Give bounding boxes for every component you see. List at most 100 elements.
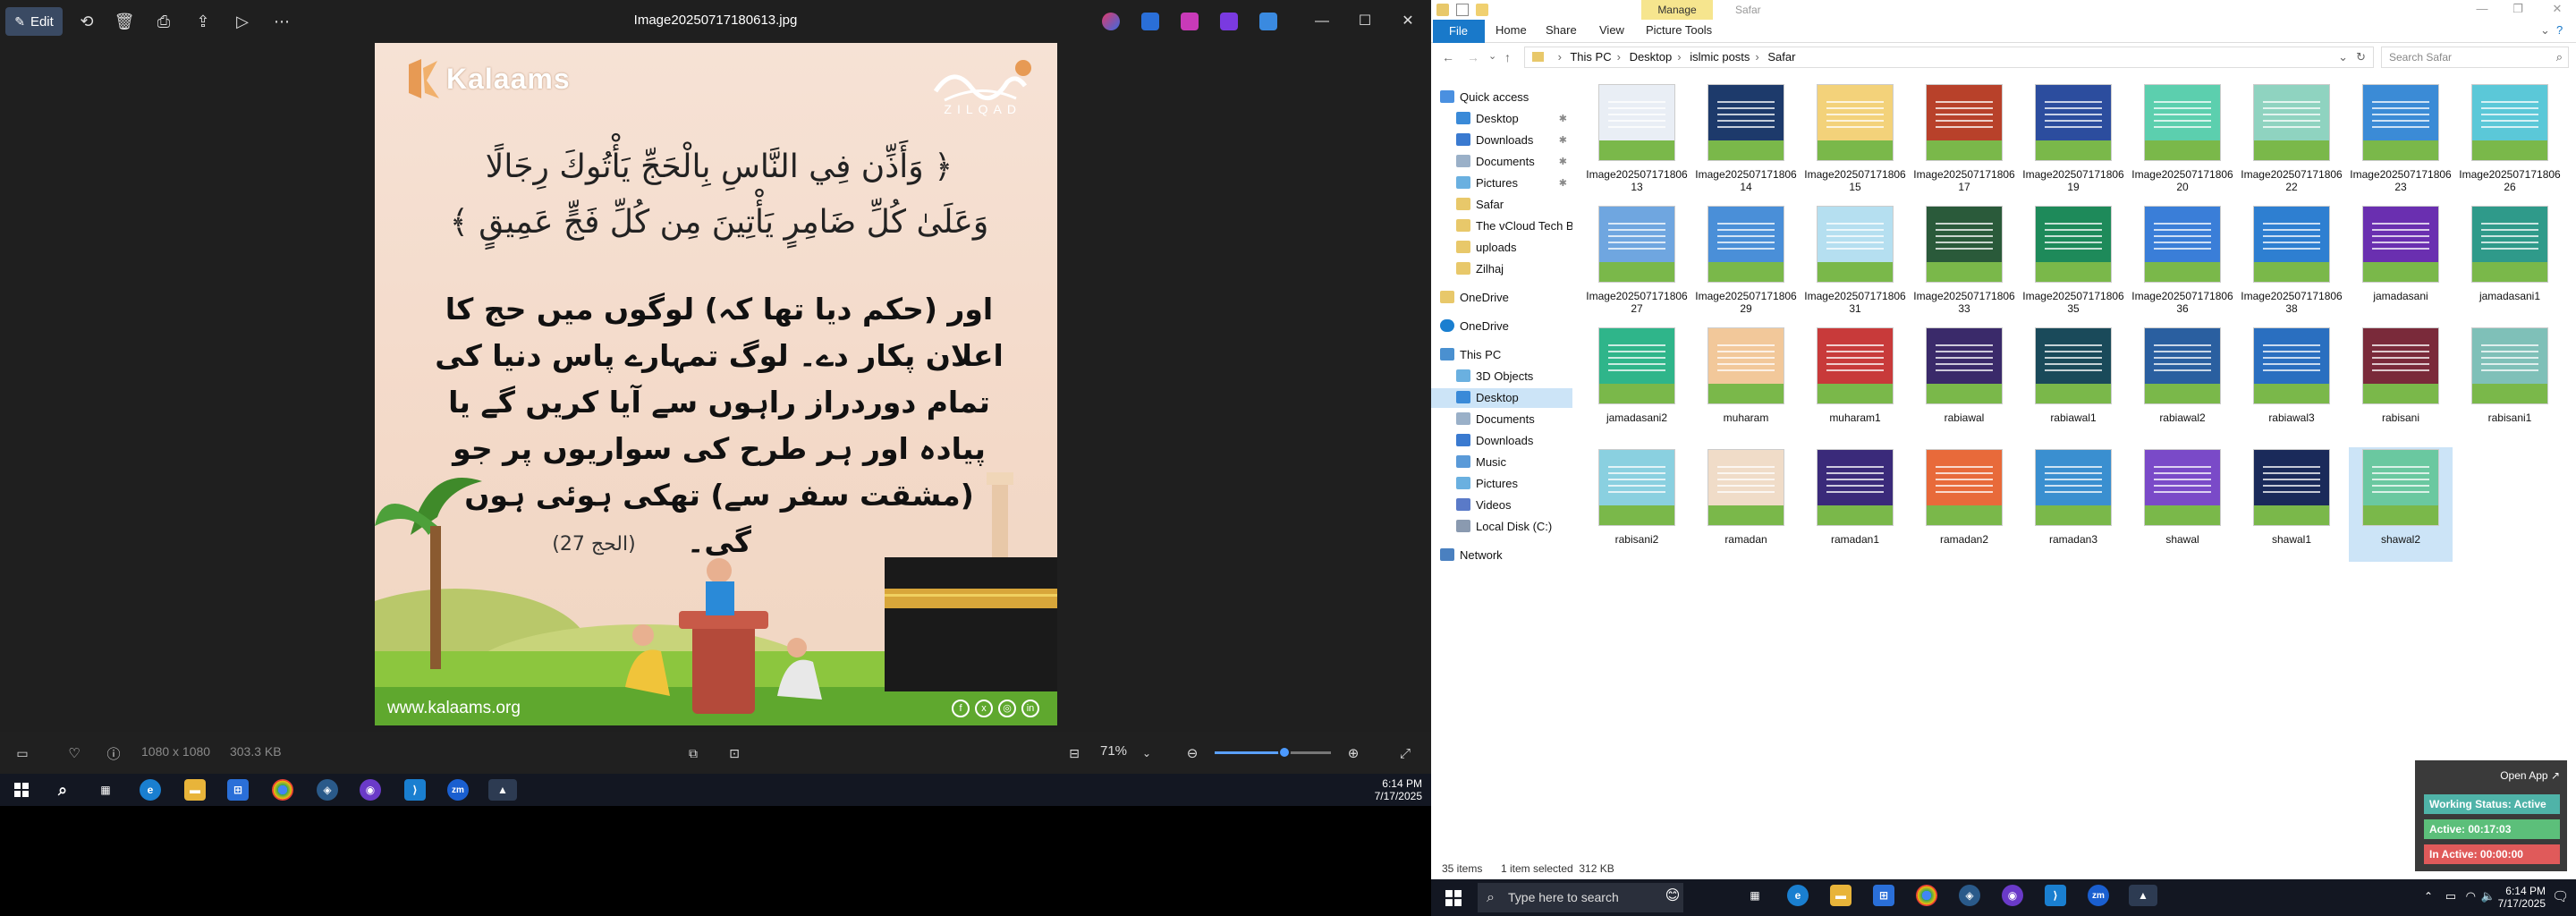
task-view-icon[interactable]: ▦ [95, 779, 116, 801]
photos-app-icon[interactable]: ▲ [2129, 885, 2157, 906]
breadcrumb-islmic-posts[interactable]: islmic posts [1690, 50, 1750, 64]
app-icon[interactable]: ◈ [1959, 885, 1980, 906]
fullscreen-icon[interactable]: ⤢ [1392, 739, 1419, 768]
chrome-icon[interactable] [272, 779, 293, 801]
copilot-icon[interactable] [1102, 13, 1120, 30]
nav-local-disk[interactable]: Local Disk (C:) [1431, 517, 1572, 537]
onedrive-cloud-icon[interactable] [1259, 13, 1277, 30]
ribbon-tab-picture-tools[interactable]: Picture Tools [1646, 23, 1712, 37]
ribbon-expand-icon[interactable]: ⌄ [2540, 23, 2550, 38]
file-tile[interactable]: Image20250717180631 [1803, 204, 1907, 318]
edge-icon[interactable]: e [140, 779, 161, 801]
file-tile[interactable]: Image20250717180614 [1694, 82, 1798, 197]
help-icon[interactable]: ? [2556, 23, 2563, 37]
nav-this-pc[interactable]: This PC [1431, 345, 1572, 365]
taskbar-clock[interactable]: 6:14 PM 7/17/2025 [1375, 777, 1422, 802]
file-tile[interactable]: Image20250717180627 [1585, 204, 1689, 318]
store-icon[interactable]: ⊞ [1873, 885, 1894, 906]
explorer-search-input[interactable]: Search Safar ⌕ [2381, 47, 2569, 68]
nav-desktop[interactable]: Desktop ✱ [1431, 109, 1572, 129]
volume-icon[interactable]: 🔈 [2481, 889, 2496, 903]
nav-vcloud[interactable]: The vCloud Tech Blo [1431, 216, 1572, 236]
file-tile[interactable]: Image20250717180619 [2021, 82, 2125, 197]
chrome-icon[interactable] [1916, 885, 1937, 906]
file-tile[interactable]: jamadasani2 [1585, 326, 1689, 440]
file-tile[interactable]: jamadasani [2349, 204, 2453, 318]
open-app-button[interactable]: Open App ↗ [2500, 769, 2560, 782]
file-tile[interactable]: Image20250717180620 [2131, 82, 2234, 197]
designer-icon[interactable] [1141, 13, 1159, 30]
favorite-icon[interactable]: ♡ [61, 739, 88, 768]
emoji-icon[interactable]: 😊 [1662, 885, 1683, 906]
zoom-slider-thumb[interactable] [1278, 746, 1291, 759]
nav-pictures[interactable]: Pictures ✱ [1431, 174, 1572, 193]
slideshow-icon[interactable]: ▷ [229, 7, 256, 36]
vscode-icon[interactable]: ⟩ [2045, 885, 2066, 906]
address-bar[interactable]: › This PC › Desktop › islmic posts › Safar … [1524, 47, 2374, 68]
file-tile[interactable]: Image20250717180633 [1912, 204, 2016, 318]
clipchamp-icon[interactable] [1220, 13, 1238, 30]
explorer-maximize-icon[interactable]: ❐ [2504, 2, 2531, 18]
nav-pc-documents[interactable]: Documents [1431, 410, 1572, 429]
file-tile[interactable]: rabiawal3 [2240, 326, 2343, 440]
zoom-out-icon[interactable]: ⊖ [1179, 739, 1206, 768]
nav-quick-access[interactable]: Quick access [1431, 88, 1572, 107]
edge-icon[interactable]: e [1787, 885, 1809, 906]
github-desktop-icon[interactable]: ◉ [2002, 885, 2023, 906]
ribbon-tab-share[interactable]: Share [1546, 23, 1577, 37]
chevron-down-icon[interactable]: ⌄ [1138, 739, 1156, 768]
file-tile[interactable]: shawal1 [2240, 447, 2343, 562]
nav-videos[interactable]: Videos [1431, 496, 1572, 515]
address-dropdown-icon[interactable]: ⌄ [2338, 47, 2348, 67]
nav-pc-pictures[interactable]: Pictures [1431, 474, 1572, 494]
explorer-close-icon[interactable]: ✕ [2544, 2, 2571, 18]
photos-app-icon[interactable]: ▲ [488, 779, 517, 801]
file-tile[interactable]: rabiawal [1912, 326, 2016, 440]
nav-network[interactable]: Network [1431, 546, 1572, 565]
show-hidden-icons-icon[interactable]: ⌃ [2424, 890, 2433, 903]
nav-pc-downloads[interactable]: Downloads [1431, 431, 1572, 451]
wifi-icon[interactable]: ◠ [2466, 889, 2476, 903]
delete-icon[interactable]: 🗑 [111, 7, 138, 36]
ribbon-tab-file[interactable]: File [1433, 20, 1485, 43]
file-tile[interactable]: ramadan [1694, 447, 1798, 562]
taskbar-clock[interactable]: 6:14 PM 7/17/2025 [2498, 885, 2546, 910]
filmstrip-icon[interactable]: ▭ [9, 739, 36, 768]
nav-downloads[interactable]: Downloads ✱ [1431, 131, 1572, 150]
breadcrumb-this-pc[interactable]: This PC [1570, 50, 1611, 64]
file-tile[interactable]: rabiawal2 [2131, 326, 2234, 440]
ribbon-tab-view[interactable]: View [1599, 23, 1624, 37]
zoom-in-icon[interactable]: ⊕ [1340, 739, 1367, 768]
file-tile[interactable]: muharam [1694, 326, 1798, 440]
breadcrumb-desktop[interactable]: Desktop [1630, 50, 1673, 64]
file-tile[interactable]: shawal [2131, 447, 2234, 562]
file-tile[interactable]: Image20250717180623 [2349, 82, 2453, 197]
crop-icon[interactable]: ⧉ [680, 739, 707, 768]
file-tile[interactable]: Image20250717180636 [2131, 204, 2234, 318]
file-tile[interactable]: Image20250717180626 [2458, 82, 2562, 197]
nav-zilhaj[interactable]: Zilhaj [1431, 259, 1572, 279]
store-icon[interactable]: ⊞ [227, 779, 249, 801]
back-icon[interactable]: ← [1442, 50, 1454, 64]
network-tray-icon[interactable]: ▭ [2445, 889, 2456, 903]
scan-text-icon[interactable]: ⊡ [721, 739, 748, 768]
maximize-icon[interactable]: ☐ [1354, 11, 1376, 32]
share-icon[interactable]: ⇪ [190, 7, 216, 36]
file-tile[interactable]: ramadan1 [1803, 447, 1907, 562]
file-explorer-icon[interactable]: ▬ [1830, 885, 1852, 906]
file-tile[interactable]: rabisani [2349, 326, 2453, 440]
ribbon-tab-home[interactable]: Home [1496, 23, 1527, 37]
app-icon[interactable]: ◈ [317, 779, 338, 801]
file-explorer-icon[interactable]: ▬ [184, 779, 206, 801]
rotate-icon[interactable]: ⟲ [73, 7, 100, 36]
edit-button[interactable]: ✎ Edit [5, 7, 63, 36]
windows-start-icon[interactable] [1445, 890, 1462, 906]
nav-uploads[interactable]: uploads [1431, 238, 1572, 258]
fit-to-window-icon[interactable]: ⊟ [1061, 739, 1088, 768]
explorer-minimize-icon[interactable]: — [2469, 2, 2496, 18]
nav-onedrive-personal[interactable]: OneDrive [1431, 288, 1572, 308]
file-tile[interactable]: Image20250717180613 [1585, 82, 1689, 197]
info-icon[interactable]: ⓘ [100, 739, 127, 768]
paint-icon[interactable] [1181, 13, 1199, 30]
file-tile[interactable]: rabiawal1 [2021, 326, 2125, 440]
